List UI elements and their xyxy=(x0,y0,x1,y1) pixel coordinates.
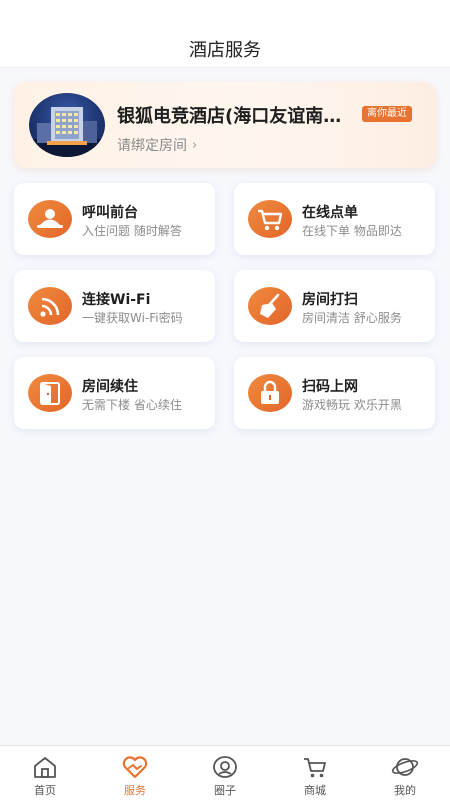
tab-label: 商城 xyxy=(304,784,326,797)
service-subtitle: 房间清洁 舒心服务 xyxy=(302,311,402,325)
front-desk-icon xyxy=(28,200,72,238)
service-call-front-desk[interactable]: 呼叫前台 入住问题 随时解答 xyxy=(14,183,215,255)
shopping-cart-icon xyxy=(248,200,292,238)
service-heart-icon xyxy=(122,756,148,779)
hotel-card[interactable]: 银狐电竞酒店(海口友谊南亚店) 离你最近 请绑定房间 › xyxy=(14,82,436,168)
page-title: 酒店服务 xyxy=(189,40,261,61)
lock-icon xyxy=(248,374,292,412)
service-title: 扫码上网 xyxy=(302,379,358,395)
bind-room-label: 请绑定房间 xyxy=(117,138,187,154)
service-title: 房间续住 xyxy=(82,379,138,395)
service-title: 连接Wi-Fi xyxy=(82,292,151,308)
tab-label: 服务 xyxy=(124,784,146,797)
cart-icon xyxy=(304,758,326,778)
tab-label: 我的 xyxy=(394,784,416,797)
circle-eye-icon xyxy=(213,756,237,778)
tab-mine[interactable]: 我的 xyxy=(360,746,450,800)
chevron-right-icon: › xyxy=(192,137,198,153)
service-extend-stay[interactable]: 房间续住 无需下楼 省心续住 xyxy=(14,357,215,429)
bottom-tab-bar: 首页 服务 圈子 商城 我的 xyxy=(0,745,450,800)
tab-mall[interactable]: 商城 xyxy=(270,746,360,800)
door-icon xyxy=(28,374,72,412)
service-subtitle: 无需下楼 省心续住 xyxy=(82,398,182,412)
service-online-order[interactable]: 在线点单 在线下单 物品即达 xyxy=(234,183,435,255)
bind-room-link[interactable]: 请绑定房间 › xyxy=(117,135,197,155)
service-scan-to-go-online[interactable]: 扫码上网 游戏畅玩 欢乐开黑 xyxy=(234,357,435,429)
service-title: 呼叫前台 xyxy=(82,205,138,221)
tab-service[interactable]: 服务 xyxy=(90,746,180,800)
service-title: 在线点单 xyxy=(302,205,358,221)
tab-label: 圈子 xyxy=(214,784,236,797)
service-subtitle: 在线下单 物品即达 xyxy=(302,224,402,238)
hotel-photo xyxy=(29,93,105,157)
service-title: 房间打扫 xyxy=(302,292,358,308)
home-icon xyxy=(34,757,56,778)
service-connect-wifi[interactable]: 连接Wi-Fi 一键获取Wi-Fi密码 xyxy=(14,270,215,342)
service-subtitle: 游戏畅玩 欢乐开黑 xyxy=(302,398,402,412)
service-subtitle: 一键获取Wi-Fi密码 xyxy=(82,311,183,325)
broom-icon xyxy=(248,287,292,325)
wifi-icon xyxy=(28,287,72,325)
service-subtitle: 入住问题 随时解答 xyxy=(82,224,182,238)
tab-home[interactable]: 首页 xyxy=(0,746,90,800)
planet-icon xyxy=(391,758,419,776)
tab-label: 首页 xyxy=(34,784,56,797)
nearest-badge: 离你最近 xyxy=(362,106,412,122)
tab-circle[interactable]: 圈子 xyxy=(180,746,270,800)
service-room-cleaning[interactable]: 房间打扫 房间清洁 舒心服务 xyxy=(234,270,435,342)
hotel-name: 银狐电竞酒店(海口友谊南亚店) xyxy=(117,106,353,127)
top-bar: 酒店服务 xyxy=(0,0,450,68)
